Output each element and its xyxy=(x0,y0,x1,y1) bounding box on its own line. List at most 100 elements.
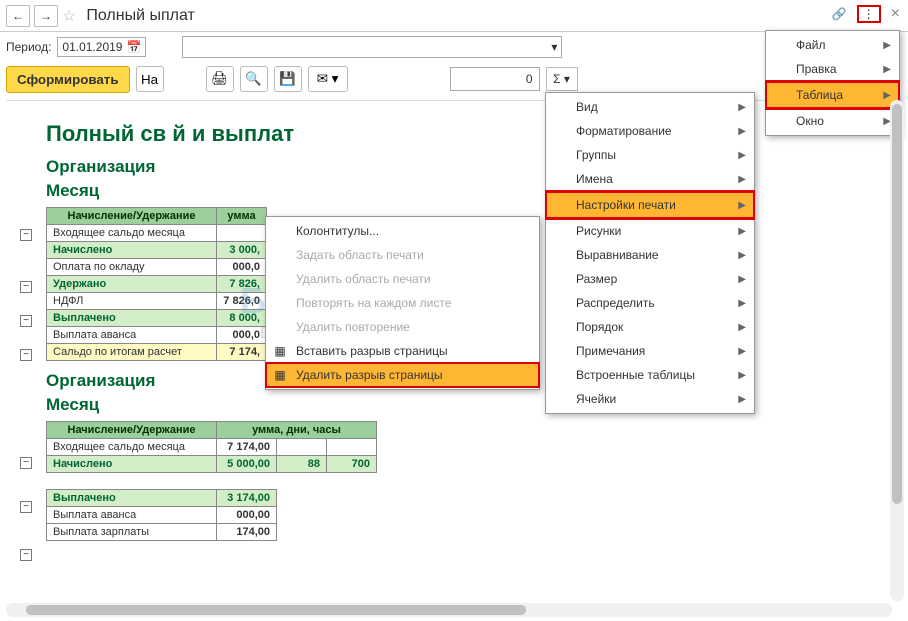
table-row[interactable]: Сальдо по итогам расчет7 174, xyxy=(47,344,267,361)
menu-item[interactable]: Колонтитулы... xyxy=(266,219,539,243)
link-icon[interactable]: 🔗 xyxy=(832,7,847,21)
menu-item-label: Повторять на каждом листе xyxy=(296,296,451,310)
settings-button[interactable]: На xyxy=(136,66,164,92)
table-row[interactable]: Начислено3 000, xyxy=(47,242,267,259)
table-row[interactable]: Выплата аванса000,0 xyxy=(47,327,267,344)
menu-item-label: Удалить повторение xyxy=(296,320,410,334)
vertical-scrollbar[interactable] xyxy=(890,100,904,601)
menu-item[interactable]: ▦Удалить разрыв страницы xyxy=(266,363,539,387)
chevron-right-icon: ▶ xyxy=(883,90,891,101)
close-button[interactable]: × xyxy=(891,5,900,23)
table-row[interactable]: Входящее сальдо месяца7 174,00 xyxy=(47,439,377,456)
table-row[interactable]: Выплачено8 000, xyxy=(47,310,267,327)
chevron-right-icon: ▶ xyxy=(738,322,746,333)
tree-toggle[interactable]: − xyxy=(20,549,32,561)
menu-item-label: Ячейки xyxy=(576,392,616,406)
section-org-1: Организация xyxy=(46,157,902,177)
table-row[interactable]: НДФЛ7 826,0 xyxy=(47,293,267,310)
save-icon-button[interactable]: 💾 xyxy=(274,66,302,92)
title-bar: ← → ☆ Полный ыплат 🔗 ⋮ × xyxy=(0,0,908,32)
menu-item-label: Вид xyxy=(576,100,598,114)
menu-item[interactable]: Таблица ▶ xyxy=(766,81,899,109)
menu-item-label: Имена xyxy=(576,172,613,186)
dropdown-icon: ▾ xyxy=(551,40,557,54)
chevron-right-icon: ▶ xyxy=(738,174,746,185)
table-row[interactable]: Входящее сальдо месяца xyxy=(47,225,267,242)
menu-item-label: Файл xyxy=(796,38,826,52)
menu-item-label: Распределить xyxy=(576,296,655,310)
menu-item-label: Примечания xyxy=(576,344,645,358)
table-section-1: Начисление/Удержаниеумма Входящее сальдо… xyxy=(46,207,267,361)
horizontal-scrollbar[interactable] xyxy=(6,603,892,617)
table-row[interactable]: Оплата по окладу000,0 xyxy=(47,259,267,276)
menu-item[interactable]: Порядок ▶ xyxy=(546,315,754,339)
chevron-right-icon: ▶ xyxy=(738,370,746,381)
menu-item-label: Размер xyxy=(576,272,617,286)
menu-item[interactable]: Распределить▶ xyxy=(546,291,754,315)
tree-toggle[interactable]: − xyxy=(20,501,32,513)
table-row[interactable]: Выплачено3 174,00 xyxy=(47,490,277,507)
tree-toggle[interactable]: − xyxy=(20,349,32,361)
tree-toggle[interactable]: − xyxy=(20,281,32,293)
nav-back-button[interactable]: ← xyxy=(6,5,30,27)
tree-toggle[interactable]: − xyxy=(20,229,32,241)
menu-item-label: Таблица xyxy=(796,88,843,102)
menu-item-label: Группы xyxy=(576,148,616,162)
table-section-2: Начисление/Удержание умма, дни, часы Вхо… xyxy=(46,421,377,473)
period-value: 01.01.2019 xyxy=(62,40,122,54)
menu-item-label: Вставить разрыв страницы xyxy=(296,344,448,358)
chevron-right-icon: ▶ xyxy=(738,274,746,285)
menu-item-label: Выравнивание xyxy=(576,248,659,262)
menu-item[interactable]: Встроенные таблицы▶ xyxy=(546,363,754,387)
table-submenu: Вид▶Форматирование▶Группы▶Имена▶Настройк… xyxy=(545,92,755,414)
chevron-right-icon: ▶ xyxy=(738,150,746,161)
menu-item[interactable]: Выравнивание▶ xyxy=(546,243,754,267)
tree-toggle[interactable]: − xyxy=(20,457,32,469)
org-combo[interactable]: ▾ xyxy=(182,36,562,58)
menu-item[interactable]: ▦ Вставить разрыв страницы xyxy=(266,339,539,363)
menu-item[interactable]: Группы ▶ xyxy=(546,143,754,167)
menu-icon: ▦ xyxy=(272,344,288,358)
menu-item[interactable]: Имена ▶ xyxy=(546,167,754,191)
nav-forward-button[interactable]: → xyxy=(34,5,58,27)
chevron-right-icon: ▶ xyxy=(738,126,746,137)
table-row[interactable]: Начислено5 000,0088700 xyxy=(47,456,377,473)
menu-item[interactable]: Настройки печати▶ xyxy=(546,191,754,219)
menu-item[interactable]: Рисунки ▶ xyxy=(546,219,754,243)
calendar-icon[interactable]: 📅 xyxy=(126,40,141,54)
menu-item[interactable]: Ячейки▶ xyxy=(546,387,754,411)
menu-item-label: Порядок xyxy=(576,320,623,334)
menu-item[interactable]: Примечания▶ xyxy=(546,339,754,363)
table-row[interactable]: Выплата зарплаты174,00 xyxy=(47,524,277,541)
email-icon-button[interactable]: ✉ ▾ xyxy=(308,66,348,92)
menu-item[interactable]: Форматирование▶ xyxy=(546,119,754,143)
menu-icon: ▦ xyxy=(272,368,288,382)
period-input[interactable]: 01.01.2019 📅 xyxy=(57,37,146,57)
menu-item-label: Задать область печати xyxy=(296,248,424,262)
menu-item[interactable]: Окно▶ xyxy=(766,109,899,133)
table-row[interactable]: Выплата аванса000,00 xyxy=(47,507,277,524)
menu-item: Повторять на каждом листе xyxy=(266,291,539,315)
print-icon-button[interactable]: 🖨 xyxy=(206,66,234,92)
menu-item[interactable]: Вид ▶ xyxy=(546,95,754,119)
chevron-right-icon: ▶ xyxy=(738,226,746,237)
scroll-thumb-h[interactable] xyxy=(26,605,526,615)
menu-item[interactable]: Размер ▶ xyxy=(546,267,754,291)
chevron-right-icon: ▶ xyxy=(738,200,746,211)
kebab-menu-button[interactable]: ⋮ xyxy=(857,5,881,23)
scroll-thumb-v[interactable] xyxy=(892,104,902,504)
sigma-button[interactable]: Σ ▾ xyxy=(546,67,578,91)
menu-item-label: Рисунки xyxy=(576,224,621,238)
menu-item[interactable]: Правка▶ xyxy=(766,57,899,81)
favorite-star-icon[interactable]: ☆ xyxy=(62,6,76,26)
numeric-input[interactable]: 0 xyxy=(450,67,540,91)
col-sum-header-2: умма, дни, часы xyxy=(217,422,377,439)
generate-button[interactable]: Сформировать xyxy=(6,66,130,93)
menu-item-label: Окно xyxy=(796,114,824,128)
col-header-2: Начисление/Удержание xyxy=(47,422,217,439)
tree-toggle[interactable]: − xyxy=(20,315,32,327)
chevron-right-icon: ▶ xyxy=(738,102,746,113)
table-row[interactable]: Удержано7 826, xyxy=(47,276,267,293)
menu-item[interactable]: Файл▶ xyxy=(766,33,899,57)
preview-icon-button[interactable]: 🔍 xyxy=(240,66,268,92)
